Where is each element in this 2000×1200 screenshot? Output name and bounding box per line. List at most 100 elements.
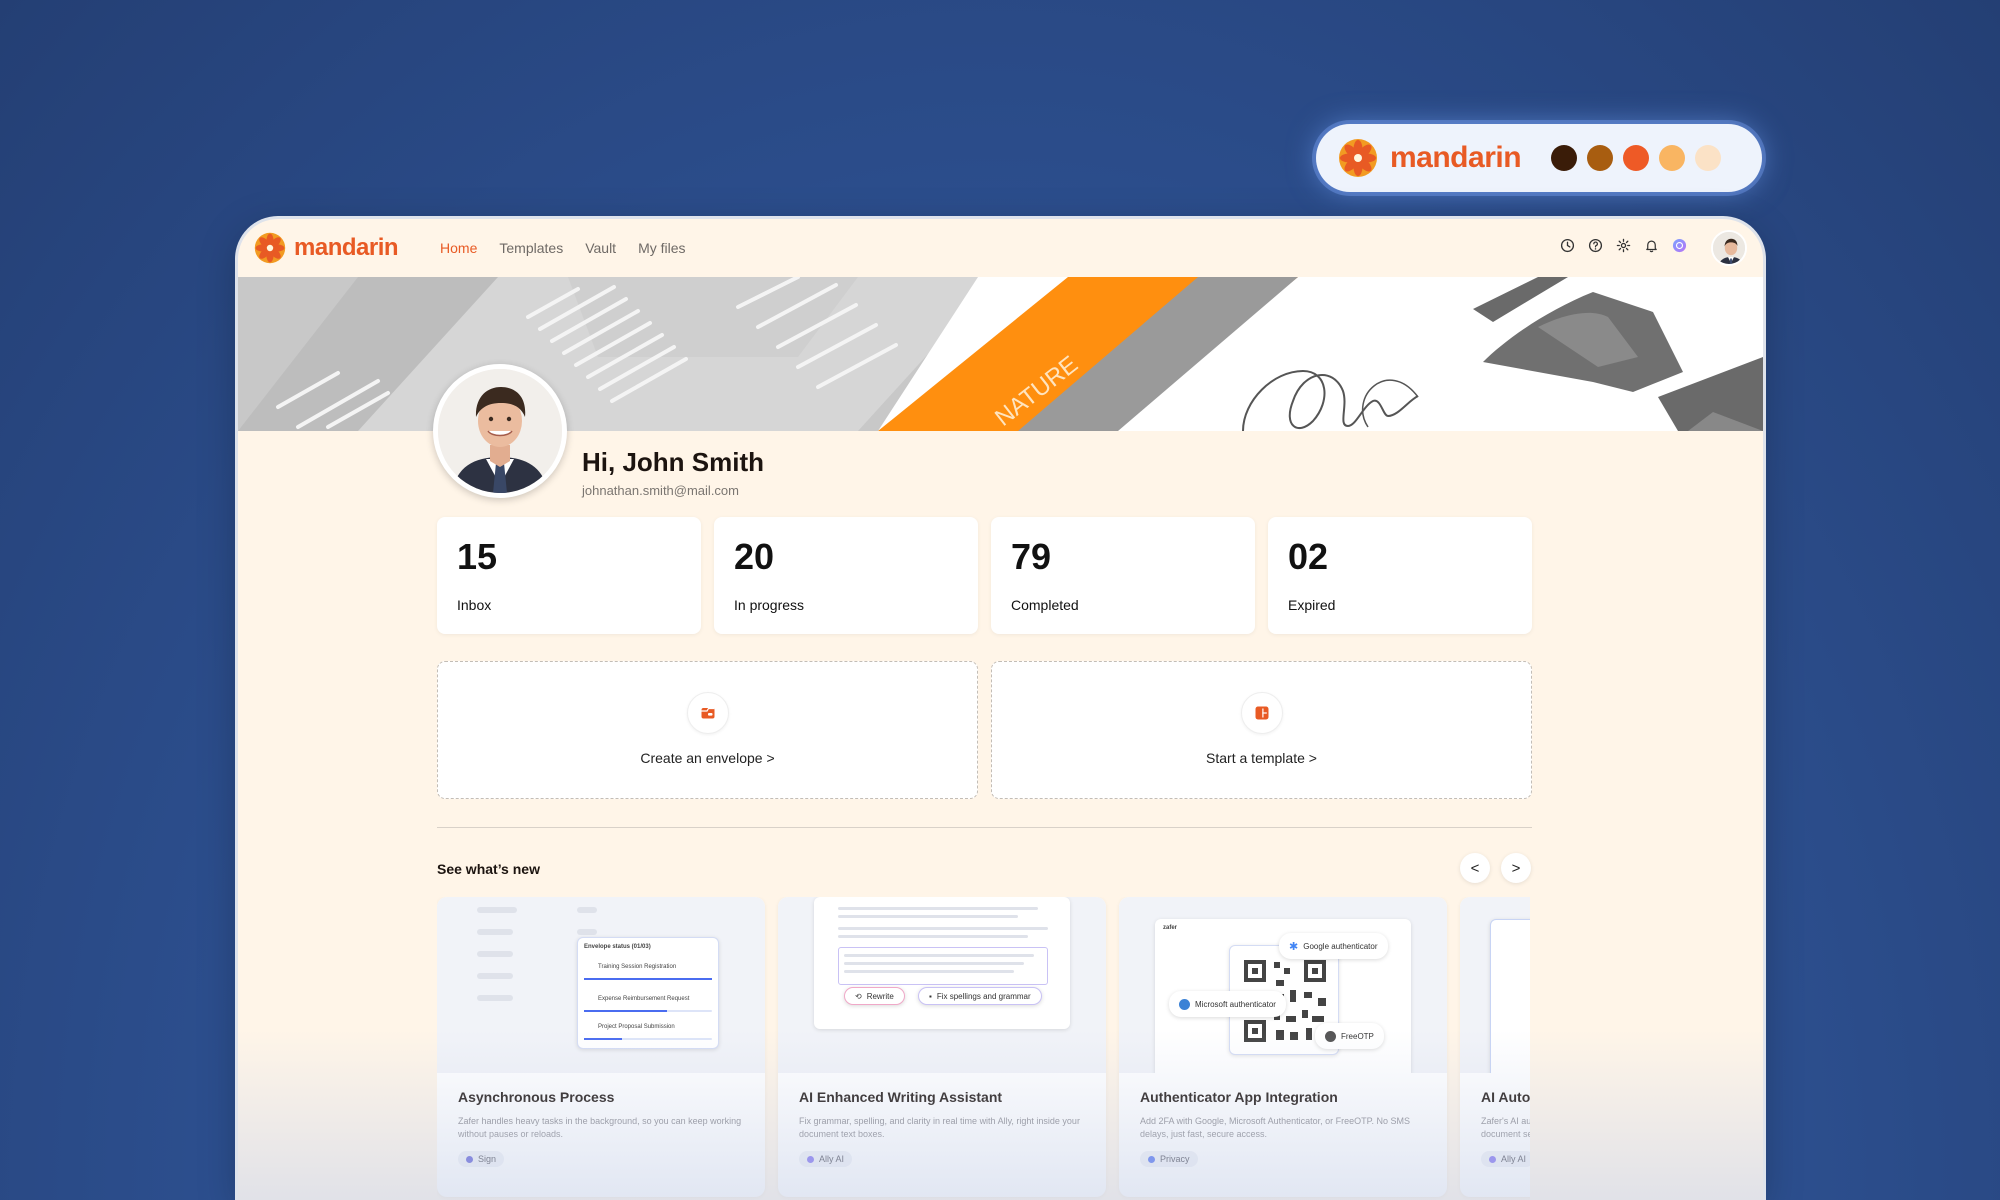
top-navbar: mandarin Home Templates Vault My files: [238, 219, 1763, 277]
panel-title: Envelope status (01/03): [584, 944, 651, 950]
carousel-prev-button[interactable]: <: [1460, 853, 1490, 883]
feature-title: Asynchronous Process: [458, 1089, 615, 1105]
rewrite-button[interactable]: ⟲ Rewrite: [844, 987, 905, 1005]
feature-tag-label: Ally AI: [1501, 1154, 1527, 1165]
preview-line: [477, 929, 513, 935]
mandarin-logo-icon: [1339, 139, 1377, 177]
feature-tag: Privacy: [1140, 1151, 1198, 1168]
nav-home[interactable]: Home: [440, 240, 477, 256]
whats-new-carousel: Envelope status (01/03) Training Session…: [437, 897, 1530, 1200]
stat-label: Inbox: [457, 597, 492, 613]
feature-card-async[interactable]: Envelope status (01/03) Training Session…: [437, 897, 765, 1197]
preview-line: [577, 907, 597, 913]
stat-value: 02: [1288, 536, 1329, 577]
brand-palette-pill: mandarin: [1316, 124, 1762, 192]
stat-value: 79: [1011, 536, 1052, 577]
sign-icon: [466, 1155, 473, 1163]
preview-line: [477, 995, 513, 1001]
start-template-button[interactable]: Start a template >: [991, 661, 1532, 799]
rewrite-icon: ⟲: [855, 991, 862, 1001]
user-email: johnathan.smith@mail.com: [582, 483, 739, 498]
preview-line: [838, 935, 1028, 938]
app-logo[interactable]: mandarin: [254, 232, 399, 264]
create-envelope-label: Create an envelope >: [640, 750, 775, 766]
feature-preview: ⟲ Rewrite ▪ Fix spellings and grammar: [778, 897, 1106, 1073]
preview-line: [477, 951, 513, 957]
help-icon[interactable]: [1588, 238, 1603, 253]
app-window: mandarin Home Templates Vault My files N…: [238, 219, 1763, 1200]
stat-card-expired[interactable]: 02 Expired: [1268, 517, 1532, 634]
google-authenticator-chip: ✱ Google authenticator: [1279, 933, 1388, 959]
action-icon-wrap: [686, 692, 729, 734]
stat-value: 20: [734, 536, 775, 577]
section-divider: [437, 827, 1532, 828]
google-icon: ✱: [1289, 940, 1299, 953]
microsoft-icon: [1179, 998, 1190, 1010]
freeotp-icon: [1325, 1030, 1336, 1042]
feature-description: Fix grammar, spelling, and clarity in re…: [799, 1116, 1080, 1140]
feature-card-authenticator[interactable]: zafer ✱ Google authenticator Microsoft a…: [1119, 897, 1447, 1197]
preview-line: [838, 907, 1038, 910]
preview-window: [1490, 919, 1530, 1073]
preview-line: [838, 927, 1048, 930]
start-template-label: Start a template >: [1206, 750, 1317, 766]
feature-card-ai-auto[interactable]: AI Auto Zafer's AI au document se Ally A…: [1460, 897, 1530, 1197]
feature-card-ai-writing[interactable]: ⟲ Rewrite ▪ Fix spellings and grammar AI…: [778, 897, 1106, 1197]
stat-card-inbox[interactable]: 15 Inbox: [437, 517, 701, 634]
microsoft-authenticator-chip: Microsoft authenticator: [1169, 991, 1286, 1017]
stat-card-in-progress[interactable]: 20 In progress: [714, 517, 978, 634]
carousel-next-button[interactable]: >: [1501, 853, 1531, 883]
feature-preview: [1460, 897, 1530, 1073]
preview-line: [844, 962, 1024, 965]
swatch-2: [1587, 145, 1614, 171]
user-avatar-button[interactable]: [1711, 230, 1747, 266]
feature-title: AI Auto: [1481, 1089, 1530, 1105]
settings-icon[interactable]: [1616, 238, 1631, 253]
panel-item: Expense Reimbursement Request: [598, 996, 690, 1002]
feature-tag-label: Sign: [478, 1154, 497, 1165]
profile-avatar[interactable]: [433, 364, 567, 498]
preview-line: [477, 973, 513, 979]
preview-line: [477, 907, 517, 913]
feature-description: Zafer handles heavy tasks in the backgro…: [458, 1116, 742, 1140]
envelope-icon: [701, 707, 714, 719]
avatar-image: [1713, 232, 1745, 264]
feature-title: AI Enhanced Writing Assistant: [799, 1089, 1003, 1105]
stat-card-completed[interactable]: 79 Completed: [991, 517, 1255, 634]
envelope-status-panel: Envelope status (01/03) Training Session…: [577, 937, 719, 1049]
freeotp-chip: FreeOTP: [1315, 1023, 1384, 1049]
nav-templates[interactable]: Templates: [499, 240, 563, 256]
feature-preview: Envelope status (01/03) Training Session…: [437, 897, 765, 1073]
feature-tag: Ally AI: [799, 1151, 853, 1168]
progress-fill: [584, 1010, 668, 1012]
whats-new-title: See what’s new: [437, 861, 540, 877]
ally-ai-icon: [1489, 1155, 1496, 1163]
create-envelope-button[interactable]: Create an envelope >: [437, 661, 978, 799]
panel-item: Project Proposal Submission: [598, 1024, 675, 1030]
freeotp-label: FreeOTP: [1341, 1031, 1374, 1041]
preview-line: [838, 915, 1018, 918]
history-icon[interactable]: [1560, 238, 1575, 253]
zafer-brand: zafer: [1163, 925, 1178, 931]
nav-my-files[interactable]: My files: [638, 240, 685, 256]
preview-line: [844, 954, 1034, 957]
nav-vault[interactable]: Vault: [585, 240, 616, 256]
feature-tag-label: Ally AI: [819, 1154, 845, 1165]
fix-grammar-button[interactable]: ▪ Fix spellings and grammar: [918, 987, 1042, 1005]
profile-photo: [438, 369, 562, 493]
progress-track: [584, 978, 712, 980]
privacy-shield-icon: [1148, 1155, 1155, 1163]
template-icon: [1255, 706, 1268, 720]
action-icon-wrap: [1240, 692, 1283, 734]
progress-track: [584, 1038, 712, 1040]
google-label: Google authenticator: [1303, 941, 1378, 951]
quick-actions: Create an envelope > Start a template >: [437, 661, 1532, 799]
ai-assistant-icon[interactable]: [1672, 238, 1687, 253]
color-swatches: [1551, 145, 1722, 171]
microsoft-label: Microsoft authenticator: [1195, 999, 1276, 1009]
bell-icon[interactable]: [1644, 238, 1659, 253]
feature-title: Authenticator App Integration: [1140, 1089, 1338, 1105]
stat-label: In progress: [734, 597, 805, 613]
ally-ai-icon: [807, 1155, 814, 1163]
swatch-1: [1551, 145, 1578, 171]
